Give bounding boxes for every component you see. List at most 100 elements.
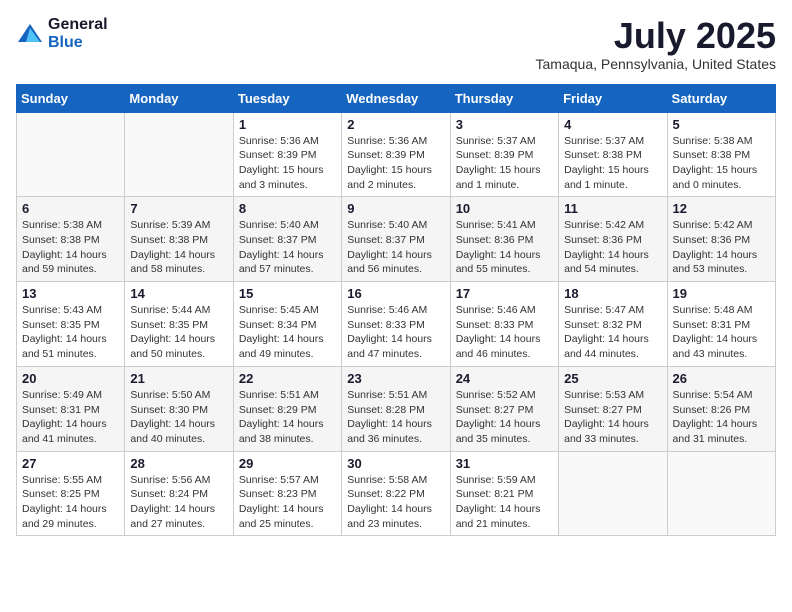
- day-info: Sunrise: 5:59 AM Sunset: 8:21 PM Dayligh…: [456, 473, 553, 532]
- calendar-cell: 24 Sunrise: 5:52 AM Sunset: 8:27 PM Dayli…: [450, 366, 558, 451]
- day-number: 25: [564, 371, 661, 386]
- calendar-cell: 17 Sunrise: 5:46 AM Sunset: 8:33 PM Dayli…: [450, 282, 558, 367]
- weekday-header-sunday: Sunday: [17, 84, 125, 112]
- weekday-header-friday: Friday: [559, 84, 667, 112]
- calendar-cell: [667, 451, 775, 536]
- day-info: Sunrise: 5:51 AM Sunset: 8:28 PM Dayligh…: [347, 388, 444, 447]
- day-info: Sunrise: 5:57 AM Sunset: 8:23 PM Dayligh…: [239, 473, 336, 532]
- calendar-cell: 18 Sunrise: 5:47 AM Sunset: 8:32 PM Dayli…: [559, 282, 667, 367]
- calendar-cell: 22 Sunrise: 5:51 AM Sunset: 8:29 PM Dayli…: [233, 366, 341, 451]
- day-number: 19: [673, 286, 770, 301]
- day-info: Sunrise: 5:52 AM Sunset: 8:27 PM Dayligh…: [456, 388, 553, 447]
- calendar-cell: 21 Sunrise: 5:50 AM Sunset: 8:30 PM Dayli…: [125, 366, 233, 451]
- day-info: Sunrise: 5:42 AM Sunset: 8:36 PM Dayligh…: [673, 218, 770, 277]
- day-info: Sunrise: 5:43 AM Sunset: 8:35 PM Dayligh…: [22, 303, 119, 362]
- calendar-cell: 23Sunrise: 5:51 AM Sunset: 8:28 PM Dayli…: [342, 366, 450, 451]
- calendar-week-1: 1 Sunrise: 5:36 AM Sunset: 8:39 PM Daylig…: [17, 112, 776, 197]
- day-number: 2: [347, 117, 444, 132]
- calendar-cell: [125, 112, 233, 197]
- day-number: 13: [22, 286, 119, 301]
- weekday-header-saturday: Saturday: [667, 84, 775, 112]
- logo-icon: [16, 20, 44, 48]
- logo-blue: Blue: [48, 34, 108, 52]
- day-number: 18: [564, 286, 661, 301]
- day-number: 6: [22, 201, 119, 216]
- day-number: 10: [456, 201, 553, 216]
- day-info: Sunrise: 5:47 AM Sunset: 8:32 PM Dayligh…: [564, 303, 661, 362]
- calendar-cell: 27 Sunrise: 5:55 AM Sunset: 8:25 PM Dayli…: [17, 451, 125, 536]
- day-info: Sunrise: 5:37 AM Sunset: 8:38 PM Dayligh…: [564, 134, 661, 193]
- calendar-cell: 11Sunrise: 5:42 AM Sunset: 8:36 PM Dayli…: [559, 197, 667, 282]
- day-info: Sunrise: 5:41 AM Sunset: 8:36 PM Dayligh…: [456, 218, 553, 277]
- day-number: 27: [22, 456, 119, 471]
- day-number: 26: [673, 371, 770, 386]
- day-info: Sunrise: 5:44 AM Sunset: 8:35 PM Dayligh…: [130, 303, 227, 362]
- day-info: Sunrise: 5:46 AM Sunset: 8:33 PM Dayligh…: [456, 303, 553, 362]
- day-info: Sunrise: 5:40 AM Sunset: 8:37 PM Dayligh…: [239, 218, 336, 277]
- day-number: 9: [347, 201, 444, 216]
- calendar-week-2: 6 Sunrise: 5:38 AM Sunset: 8:38 PM Daylig…: [17, 197, 776, 282]
- day-number: 20: [22, 371, 119, 386]
- weekday-header-row: SundayMondayTuesdayWednesdayThursdayFrid…: [17, 84, 776, 112]
- calendar-cell: 12 Sunrise: 5:42 AM Sunset: 8:36 PM Dayli…: [667, 197, 775, 282]
- calendar-cell: 14 Sunrise: 5:44 AM Sunset: 8:35 PM Dayli…: [125, 282, 233, 367]
- calendar-cell: [559, 451, 667, 536]
- day-info: Sunrise: 5:48 AM Sunset: 8:31 PM Dayligh…: [673, 303, 770, 362]
- calendar-cell: 10 Sunrise: 5:41 AM Sunset: 8:36 PM Dayli…: [450, 197, 558, 282]
- day-number: 17: [456, 286, 553, 301]
- calendar-cell: 20 Sunrise: 5:49 AM Sunset: 8:31 PM Dayli…: [17, 366, 125, 451]
- day-number: 15: [239, 286, 336, 301]
- day-number: 29: [239, 456, 336, 471]
- calendar-cell: [17, 112, 125, 197]
- day-info: Sunrise: 5:46 AM Sunset: 8:33 PM Dayligh…: [347, 303, 444, 362]
- calendar-cell: 31 Sunrise: 5:59 AM Sunset: 8:21 PM Dayli…: [450, 451, 558, 536]
- title-block: July 2025 Tamaqua, Pennsylvania, United …: [536, 16, 776, 72]
- day-number: 30: [347, 456, 444, 471]
- calendar-header: SundayMondayTuesdayWednesdayThursdayFrid…: [17, 84, 776, 112]
- day-info: Sunrise: 5:49 AM Sunset: 8:31 PM Dayligh…: [22, 388, 119, 447]
- calendar-week-4: 20 Sunrise: 5:49 AM Sunset: 8:31 PM Dayli…: [17, 366, 776, 451]
- calendar-cell: 30Sunrise: 5:58 AM Sunset: 8:22 PM Dayli…: [342, 451, 450, 536]
- day-info: Sunrise: 5:38 AM Sunset: 8:38 PM Dayligh…: [22, 218, 119, 277]
- calendar-cell: 5 Sunrise: 5:38 AM Sunset: 8:38 PM Daylig…: [667, 112, 775, 197]
- calendar-cell: 2 Sunrise: 5:36 AM Sunset: 8:39 PM Daylig…: [342, 112, 450, 197]
- day-info: Sunrise: 5:50 AM Sunset: 8:30 PM Dayligh…: [130, 388, 227, 447]
- day-number: 24: [456, 371, 553, 386]
- day-info: Sunrise: 5:51 AM Sunset: 8:29 PM Dayligh…: [239, 388, 336, 447]
- day-info: Sunrise: 5:39 AM Sunset: 8:38 PM Dayligh…: [130, 218, 227, 277]
- day-info: Sunrise: 5:36 AM Sunset: 8:39 PM Dayligh…: [347, 134, 444, 193]
- day-number: 5: [673, 117, 770, 132]
- day-number: 1: [239, 117, 336, 132]
- day-number: 3: [456, 117, 553, 132]
- calendar-body: 1 Sunrise: 5:36 AM Sunset: 8:39 PM Daylig…: [17, 112, 776, 536]
- day-info: Sunrise: 5:38 AM Sunset: 8:38 PM Dayligh…: [673, 134, 770, 193]
- weekday-header-monday: Monday: [125, 84, 233, 112]
- day-number: 31: [456, 456, 553, 471]
- logo: General Blue: [16, 16, 108, 51]
- calendar-week-3: 13 Sunrise: 5:43 AM Sunset: 8:35 PM Dayli…: [17, 282, 776, 367]
- calendar-week-5: 27 Sunrise: 5:55 AM Sunset: 8:25 PM Dayli…: [17, 451, 776, 536]
- calendar-cell: 9 Sunrise: 5:40 AM Sunset: 8:37 PM Daylig…: [342, 197, 450, 282]
- day-info: Sunrise: 5:55 AM Sunset: 8:25 PM Dayligh…: [22, 473, 119, 532]
- location: Tamaqua, Pennsylvania, United States: [536, 56, 776, 72]
- day-number: 8: [239, 201, 336, 216]
- weekday-header-thursday: Thursday: [450, 84, 558, 112]
- day-info: Sunrise: 5:40 AM Sunset: 8:37 PM Dayligh…: [347, 218, 444, 277]
- day-info: Sunrise: 5:54 AM Sunset: 8:26 PM Dayligh…: [673, 388, 770, 447]
- day-info: Sunrise: 5:56 AM Sunset: 8:24 PM Dayligh…: [130, 473, 227, 532]
- day-number: 21: [130, 371, 227, 386]
- day-number: 4: [564, 117, 661, 132]
- calendar-cell: 13 Sunrise: 5:43 AM Sunset: 8:35 PM Dayli…: [17, 282, 125, 367]
- calendar-cell: 25Sunrise: 5:53 AM Sunset: 8:27 PM Dayli…: [559, 366, 667, 451]
- calendar-cell: 19 Sunrise: 5:48 AM Sunset: 8:31 PM Dayli…: [667, 282, 775, 367]
- month-title: July 2025: [536, 16, 776, 56]
- day-number: 22: [239, 371, 336, 386]
- day-number: 12: [673, 201, 770, 216]
- calendar-cell: 8 Sunrise: 5:40 AM Sunset: 8:37 PM Daylig…: [233, 197, 341, 282]
- calendar-cell: 16Sunrise: 5:46 AM Sunset: 8:33 PM Dayli…: [342, 282, 450, 367]
- calendar-cell: 26 Sunrise: 5:54 AM Sunset: 8:26 PM Dayli…: [667, 366, 775, 451]
- calendar-cell: 29 Sunrise: 5:57 AM Sunset: 8:23 PM Dayli…: [233, 451, 341, 536]
- weekday-header-tuesday: Tuesday: [233, 84, 341, 112]
- day-info: Sunrise: 5:36 AM Sunset: 8:39 PM Dayligh…: [239, 134, 336, 193]
- day-number: 14: [130, 286, 227, 301]
